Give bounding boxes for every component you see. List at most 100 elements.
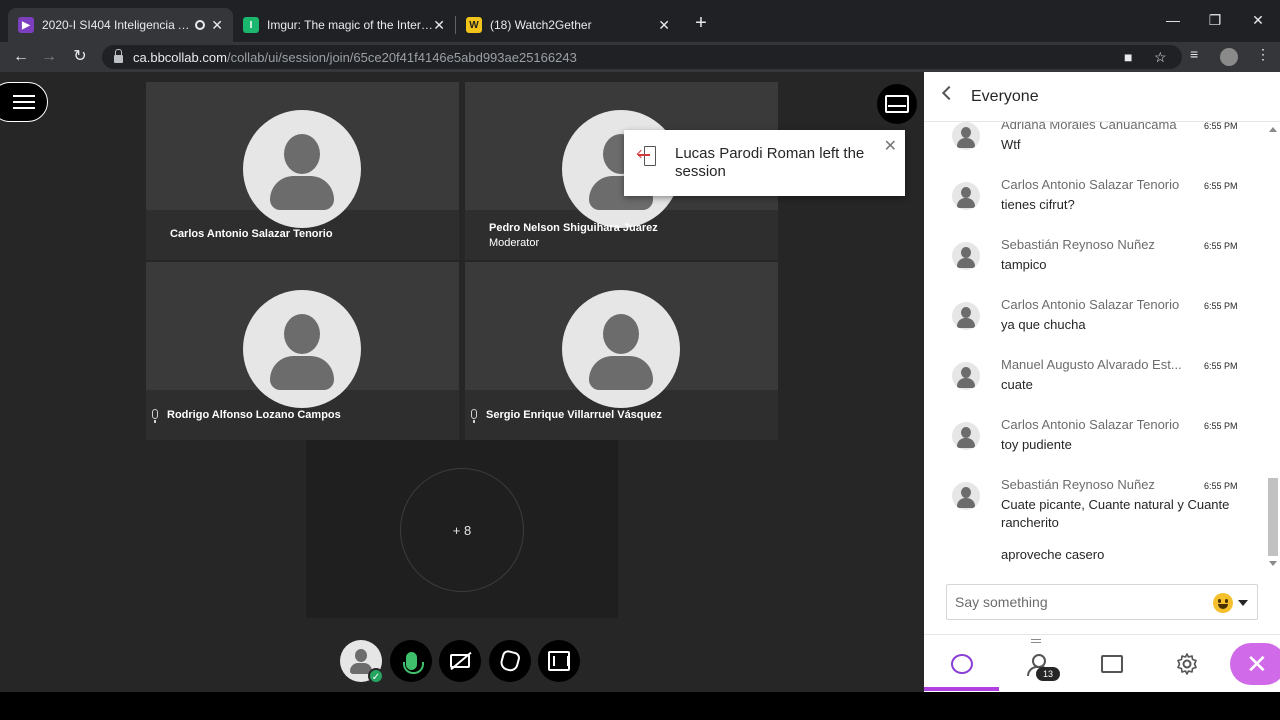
layout-toggle-button[interactable]	[877, 84, 917, 124]
tab-title: Imgur: The magic of the Internet	[267, 18, 437, 32]
message-author: Carlos Antonio Salazar Tenorio	[1001, 177, 1180, 192]
avatar	[243, 110, 361, 228]
tab-settings[interactable]	[1149, 635, 1224, 693]
message-text: tienes cifrut?	[1001, 197, 1075, 212]
chat-panel: Everyone Adriana Morales Canuancama 6:55…	[924, 72, 1280, 692]
tab-share-content[interactable]	[1074, 635, 1149, 693]
message-scrollbar[interactable]	[1266, 122, 1280, 572]
minimize-icon[interactable]: —	[1163, 12, 1183, 28]
avatar	[562, 290, 680, 408]
star-icon[interactable]: ☆	[1154, 49, 1167, 66]
raise-hand-button[interactable]	[489, 640, 531, 682]
message-author: Manuel Augusto Alvarado Est...	[1001, 357, 1182, 372]
maximize-icon[interactable]: ❐	[1205, 12, 1225, 29]
layout-icon	[885, 95, 909, 113]
tab-title: 2020-I SI404 Inteligencia Arti	[42, 18, 192, 32]
address-toolbar: ← → ↻ ca.bbcollab.com/collab/ui/session/…	[0, 42, 1280, 72]
share-content-button[interactable]	[538, 640, 580, 682]
close-panel-button[interactable]: ✕	[1230, 643, 1280, 685]
chat-bubble-icon	[950, 654, 973, 674]
watch2gether-favicon-icon: W	[466, 17, 482, 33]
chat-header: Everyone	[924, 72, 1280, 122]
hamburger-icon	[13, 95, 35, 109]
session-stage: Carlos Antonio Salazar Tenorio Pedro Nel…	[0, 72, 924, 692]
my-status-button[interactable]: ✓	[340, 640, 384, 684]
participants-count-badge: 13	[1036, 667, 1060, 681]
tab-attendees[interactable]	[999, 635, 1074, 693]
share-screen-icon	[548, 651, 570, 671]
message-time: 6:55 PM	[1204, 122, 1238, 131]
emoji-icon[interactable]	[1213, 593, 1233, 613]
tab-imgur[interactable]: I Imgur: The magic of the Internet ✕	[233, 8, 455, 42]
participant-tile[interactable]: Sergio Enrique Villarruel Vásquez	[465, 262, 778, 440]
profile-avatar-icon[interactable]	[1220, 48, 1238, 66]
reload-icon[interactable]: ↻	[69, 46, 91, 68]
message-time: 6:55 PM	[1204, 181, 1238, 191]
scroll-up-icon[interactable]	[1269, 127, 1277, 132]
tab-chat[interactable]	[924, 635, 999, 693]
message-author: Adriana Morales Canuancama	[1001, 122, 1177, 132]
lock-icon	[114, 49, 123, 63]
share-icon	[1100, 655, 1123, 673]
participant-name: Rodrigo Alfonso Lozano Campos	[167, 409, 341, 421]
blackboard-favicon-icon: ▶	[18, 17, 34, 33]
avatar	[952, 242, 980, 270]
message-author: Sebastián Reynoso Nuñez	[1001, 477, 1155, 492]
camera-button[interactable]	[439, 640, 481, 682]
camera-icon[interactable]: ■	[1124, 49, 1132, 65]
imgur-favicon-icon: I	[243, 17, 259, 33]
message-author: Carlos Antonio Salazar Tenorio	[1001, 297, 1180, 312]
tab-watch2gether[interactable]: W (18) Watch2Gether ✕	[456, 8, 680, 42]
message-text: Wtf	[1001, 137, 1021, 152]
media-control-icon[interactable]: ≡	[1190, 46, 1198, 62]
microphone-icon	[152, 409, 158, 423]
chat-message-input[interactable]	[947, 585, 1197, 619]
message-time: 6:55 PM	[1204, 241, 1238, 251]
bottom-strip	[0, 692, 1280, 720]
browser-tab-bar: ▶ 2020-I SI404 Inteligencia Arti ✕ I Img…	[0, 0, 1280, 42]
avatar	[952, 302, 980, 330]
chevron-left-icon[interactable]	[941, 85, 957, 101]
message-time: 6:55 PM	[1204, 481, 1238, 491]
back-arrow-icon[interactable]: ←	[10, 46, 32, 68]
message-text: toy pudiente	[1001, 437, 1072, 452]
avatar	[952, 482, 980, 510]
participant-name-row: Rodrigo Alfonso Lozano Campos	[152, 408, 341, 423]
forward-arrow-icon[interactable]: →	[38, 46, 60, 68]
avatar	[243, 290, 361, 408]
message-text: ya que chucha	[1001, 317, 1086, 332]
checkmark-icon: ✓	[368, 668, 384, 684]
message-author: Sebastián Reynoso Nuñez	[1001, 237, 1155, 252]
url-bar[interactable]: ca.bbcollab.com/collab/ui/session/join/6…	[102, 45, 1182, 69]
participant-name: Pedro Nelson Shiguihara Juarez	[489, 222, 658, 234]
avatar	[952, 422, 980, 450]
message-text: cuate	[1001, 377, 1033, 392]
close-icon[interactable]: ✕	[433, 17, 445, 34]
session-menu-button[interactable]	[0, 82, 48, 122]
participant-tile[interactable]: Rodrigo Alfonso Lozano Campos	[146, 262, 459, 440]
tab-blackboard[interactable]: ▶ 2020-I SI404 Inteligencia Arti ✕	[8, 8, 233, 42]
gear-icon	[1176, 653, 1197, 675]
message-time: 6:55 PM	[1204, 301, 1238, 311]
new-tab-button[interactable]: +	[690, 12, 712, 35]
avatar	[952, 182, 980, 210]
more-participants-tile[interactable]: + 8	[306, 440, 618, 618]
recording-icon	[195, 20, 205, 30]
tab-title: (18) Watch2Gether	[490, 18, 592, 32]
chevron-down-icon[interactable]	[1238, 600, 1248, 606]
microphone-button[interactable]	[390, 640, 432, 682]
close-icon[interactable]: ✕	[884, 136, 897, 156]
close-icon[interactable]: ✕	[211, 17, 223, 34]
window-close-icon[interactable]: ✕	[1248, 12, 1268, 29]
scroll-thumb[interactable]	[1268, 478, 1278, 556]
scroll-down-icon[interactable]	[1269, 561, 1277, 566]
participant-tile[interactable]: Carlos Antonio Salazar Tenorio	[146, 82, 459, 260]
more-options-icon[interactable]: ⋮	[1256, 46, 1270, 63]
close-icon: ✕	[1246, 648, 1268, 679]
grip-icon	[1031, 639, 1041, 643]
more-participants-count: + 8	[400, 468, 524, 592]
close-icon[interactable]: ✕	[658, 17, 670, 34]
microphone-icon	[471, 409, 477, 423]
panel-nav: ✕	[924, 634, 1280, 692]
participant-name-row: Sergio Enrique Villarruel Vásquez	[471, 408, 662, 423]
